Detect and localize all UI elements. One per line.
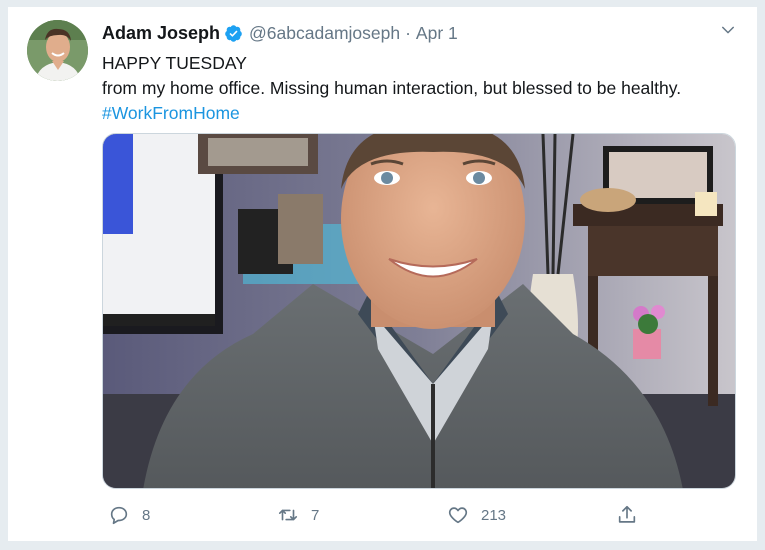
- tweet-card[interactable]: Adam Joseph @6abcadamjoseph · Apr 1 HAPP…: [7, 6, 758, 542]
- heart-icon: [448, 507, 468, 524]
- author-handle[interactable]: @6abcadamjoseph: [249, 23, 400, 44]
- like-count: 213: [481, 506, 507, 524]
- avatar-image: [27, 20, 88, 81]
- retweet-count: 7: [311, 506, 320, 524]
- tweet-header: Adam Joseph @6abcadamjoseph · Apr 1: [102, 21, 458, 45]
- share-button[interactable]: [616, 503, 638, 527]
- hashtag-link[interactable]: #WorkFromHome: [102, 101, 742, 126]
- retweet-button[interactable]: 7: [277, 503, 319, 527]
- share-icon: [618, 505, 636, 523]
- tweet-date[interactable]: Apr 1: [416, 23, 458, 44]
- tweet-actions: 8 7 213: [102, 503, 642, 527]
- reply-icon: [110, 506, 128, 525]
- like-button[interactable]: 213: [447, 503, 506, 527]
- reply-count: 8: [142, 506, 151, 524]
- reply-button[interactable]: 8: [108, 503, 150, 527]
- retweet-icon: [278, 509, 298, 521]
- author-name[interactable]: Adam Joseph: [102, 23, 220, 44]
- chevron-down-icon[interactable]: [719, 21, 737, 39]
- verified-badge-icon: [225, 24, 242, 42]
- tweet-photo[interactable]: [102, 133, 736, 489]
- separator-dot: ·: [405, 22, 411, 43]
- tweet-text-line: from my home office. Missing human inter…: [102, 78, 682, 98]
- tweet-text: HAPPY TUESDAY from my home office. Missi…: [102, 51, 742, 126]
- avatar[interactable]: [27, 20, 88, 81]
- photo-image: [103, 134, 735, 488]
- tweet-text-line: HAPPY TUESDAY: [102, 53, 247, 73]
